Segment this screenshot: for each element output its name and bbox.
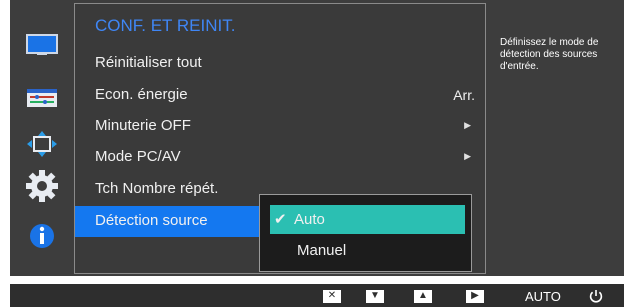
auto-button[interactable]: AUTO [525, 287, 561, 305]
down-button[interactable]: ▼ [366, 287, 384, 305]
menu-item-off-timer[interactable]: Minuterie OFF ▶ [75, 111, 485, 142]
enter-icon: ▶ [466, 289, 484, 303]
up-arrow-icon: ▲ [414, 289, 432, 303]
menu-item-value: Arr. [453, 87, 475, 103]
help-line: détection des sources [500, 49, 598, 60]
menu-item-label: Econ. énergie [95, 86, 188, 103]
menu-item-label: Minuterie OFF [95, 117, 191, 134]
picture-icon[interactable] [10, 27, 74, 63]
up-button[interactable]: ▲ [414, 287, 432, 305]
menu-item-eco-saving[interactable]: Econ. énergie Arr. [75, 80, 485, 111]
source-detection-submenu: ✔ Auto Manuel [259, 194, 472, 272]
menu-item-source-detection[interactable]: Détection source [75, 206, 261, 237]
power-icon [589, 290, 603, 303]
submenu-option-label: Auto [294, 211, 325, 228]
down-arrow-icon: ▼ [366, 289, 384, 303]
menu-item-label: Détection source [95, 212, 208, 229]
button-guide-bar: ✕ ▼ ▲ ▶ AUTO [10, 284, 624, 307]
help-description: Définissez le mode de détection des sour… [500, 37, 624, 73]
menu-item-label: Mode PC/AV [95, 148, 181, 165]
menu-item-label: Réinitialiser tout [95, 54, 202, 71]
submenu-arrow-icon: ▶ [464, 120, 471, 130]
help-line: Définissez le mode de [500, 37, 599, 48]
menu-item-label: Tch Nombre répét. [95, 180, 219, 197]
information-icon[interactable] [10, 218, 74, 254]
menu-title: CONF. ET REINIT. [95, 16, 236, 35]
settings-gear-icon[interactable] [10, 168, 74, 204]
menu-category-sidebar [10, 0, 74, 276]
enter-button[interactable]: ▶ [466, 287, 484, 305]
checkmark-icon: ✔ [274, 211, 287, 228]
submenu-option-manual[interactable]: Manuel [270, 236, 465, 265]
menu-item-pc-av-mode[interactable]: Mode PC/AV ▶ [75, 142, 485, 173]
onscreen-display-icon[interactable] [10, 80, 74, 116]
menu-item-reset-all[interactable]: Réinitialiser tout [75, 48, 485, 79]
submenu-option-auto[interactable]: ✔ Auto [270, 205, 465, 234]
submenu-option-label: Manuel [297, 242, 347, 259]
submenu-arrow-icon: ▶ [464, 151, 471, 161]
close-icon: ✕ [323, 289, 341, 303]
close-button[interactable]: ✕ [323, 287, 341, 305]
help-line: d'entrée. [500, 61, 539, 72]
position-icon[interactable] [10, 126, 74, 162]
power-button[interactable] [588, 287, 604, 305]
auto-label: AUTO [525, 288, 561, 304]
